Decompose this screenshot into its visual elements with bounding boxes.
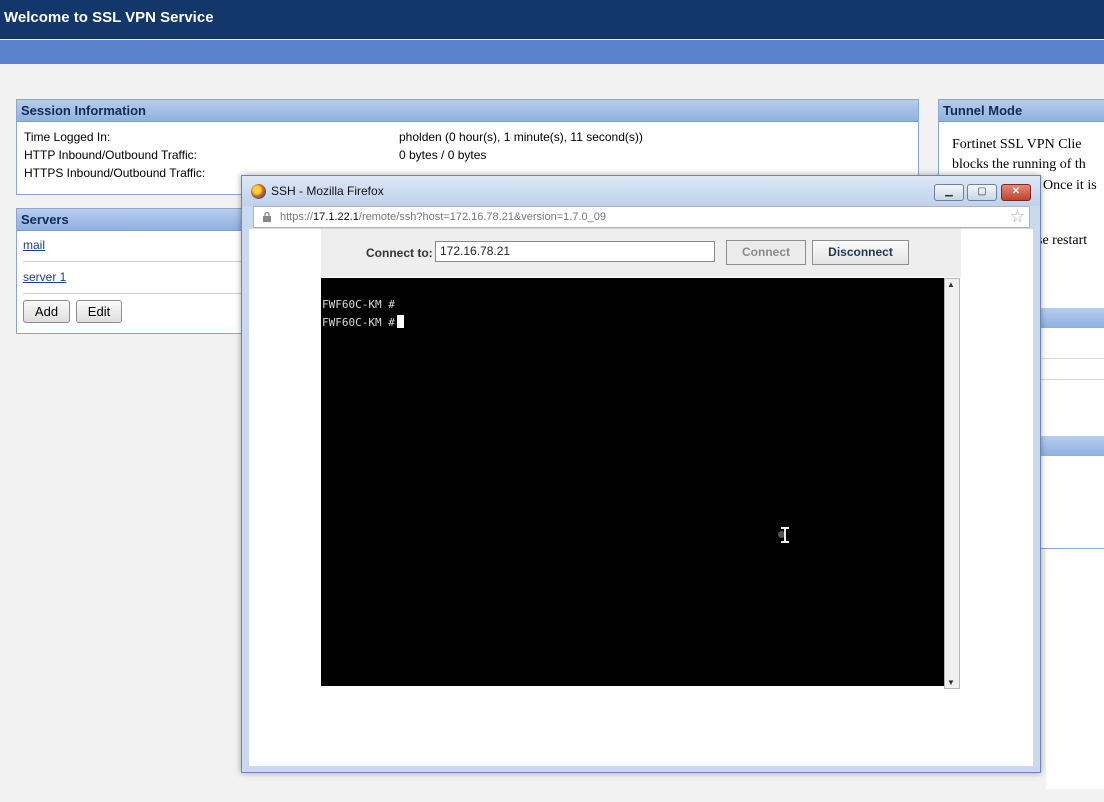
terminal-scrollbar[interactable]: ▲ ▼ xyxy=(944,278,960,689)
server-link-server-1[interactable]: server 1 xyxy=(23,270,66,284)
maximize-button[interactable]: ▢ xyxy=(967,184,997,201)
server-link-mail[interactable]: mail xyxy=(23,238,45,252)
http-traffic-value: 0 bytes / 0 bytes xyxy=(399,148,487,162)
time-logged-in-value: pholden (0 hour(s), 1 minute(s), 11 seco… xyxy=(399,130,643,144)
connect-to-label: Connect to: xyxy=(366,246,433,260)
terminal-cursor xyxy=(396,315,404,328)
url-bar[interactable]: https://17.1.22.1/remote/ssh?host=172.16… xyxy=(253,206,1030,228)
tunnel-text-line: Once it is xyxy=(1043,178,1097,193)
nav-strip xyxy=(0,40,1104,64)
disconnect-button[interactable]: Disconnect xyxy=(812,240,909,265)
lock-icon xyxy=(263,212,271,222)
ssh-terminal[interactable]: FWF60C-KM # FWF60C-KM # xyxy=(321,278,944,686)
edit-button[interactable]: Edit xyxy=(76,300,122,323)
tunnel-mode-title: Tunnel Mode xyxy=(939,100,1104,122)
terminal-line: FWF60C-KM # xyxy=(322,315,404,329)
terminal-line: FWF60C-KM # xyxy=(322,298,395,311)
session-information-title: Session Information xyxy=(17,100,918,122)
tunnel-text-line: Fortinet SSL VPN Clie xyxy=(952,137,1082,152)
page-title: Welcome to SSL VPN Service xyxy=(0,0,1104,39)
minimize-button[interactable]: ▁ xyxy=(934,184,964,201)
ssh-toolbar: Connect to: 172.16.78.21 Connect Disconn… xyxy=(321,229,961,277)
firefox-icon xyxy=(251,184,266,199)
ssh-popup-window[interactable]: SSH - Mozilla Firefox ▁ ▢ ✕ https://17.1… xyxy=(241,175,1041,773)
servers-title: Servers xyxy=(17,209,245,231)
scroll-down-arrow-icon[interactable]: ▼ xyxy=(947,678,955,687)
close-button[interactable]: ✕ xyxy=(1001,184,1031,201)
divider xyxy=(23,293,247,294)
divider xyxy=(23,261,247,262)
connect-button[interactable]: Connect xyxy=(726,240,806,265)
tunnel-text-line: se restart xyxy=(1037,233,1088,248)
tunnel-text-line: blocks the running of th xyxy=(952,157,1086,172)
time-logged-in-label: Time Logged In: xyxy=(24,130,111,144)
https-traffic-label: HTTPS Inbound/Outbound Traffic: xyxy=(24,166,206,180)
text-cursor-icon xyxy=(781,527,789,543)
applet-content: Connect to: 172.16.78.21 Connect Disconn… xyxy=(249,229,1033,766)
window-title: SSH - Mozilla Firefox xyxy=(271,184,384,198)
content-area xyxy=(1046,549,1104,789)
window-titlebar[interactable]: SSH - Mozilla Firefox ▁ ▢ ✕ xyxy=(242,176,1040,206)
http-traffic-label: HTTP Inbound/Outbound Traffic: xyxy=(24,148,197,162)
url-text: https://17.1.22.1/remote/ssh?host=172.16… xyxy=(280,211,606,223)
add-button[interactable]: Add xyxy=(23,300,70,323)
scroll-up-arrow-icon[interactable]: ▲ xyxy=(947,280,955,289)
bookmark-star-icon[interactable]: ☆ xyxy=(1010,208,1025,226)
connect-host-input[interactable]: 172.16.78.21 xyxy=(435,241,715,262)
servers-panel: Servers mail server 1 Add Edit xyxy=(16,208,247,334)
